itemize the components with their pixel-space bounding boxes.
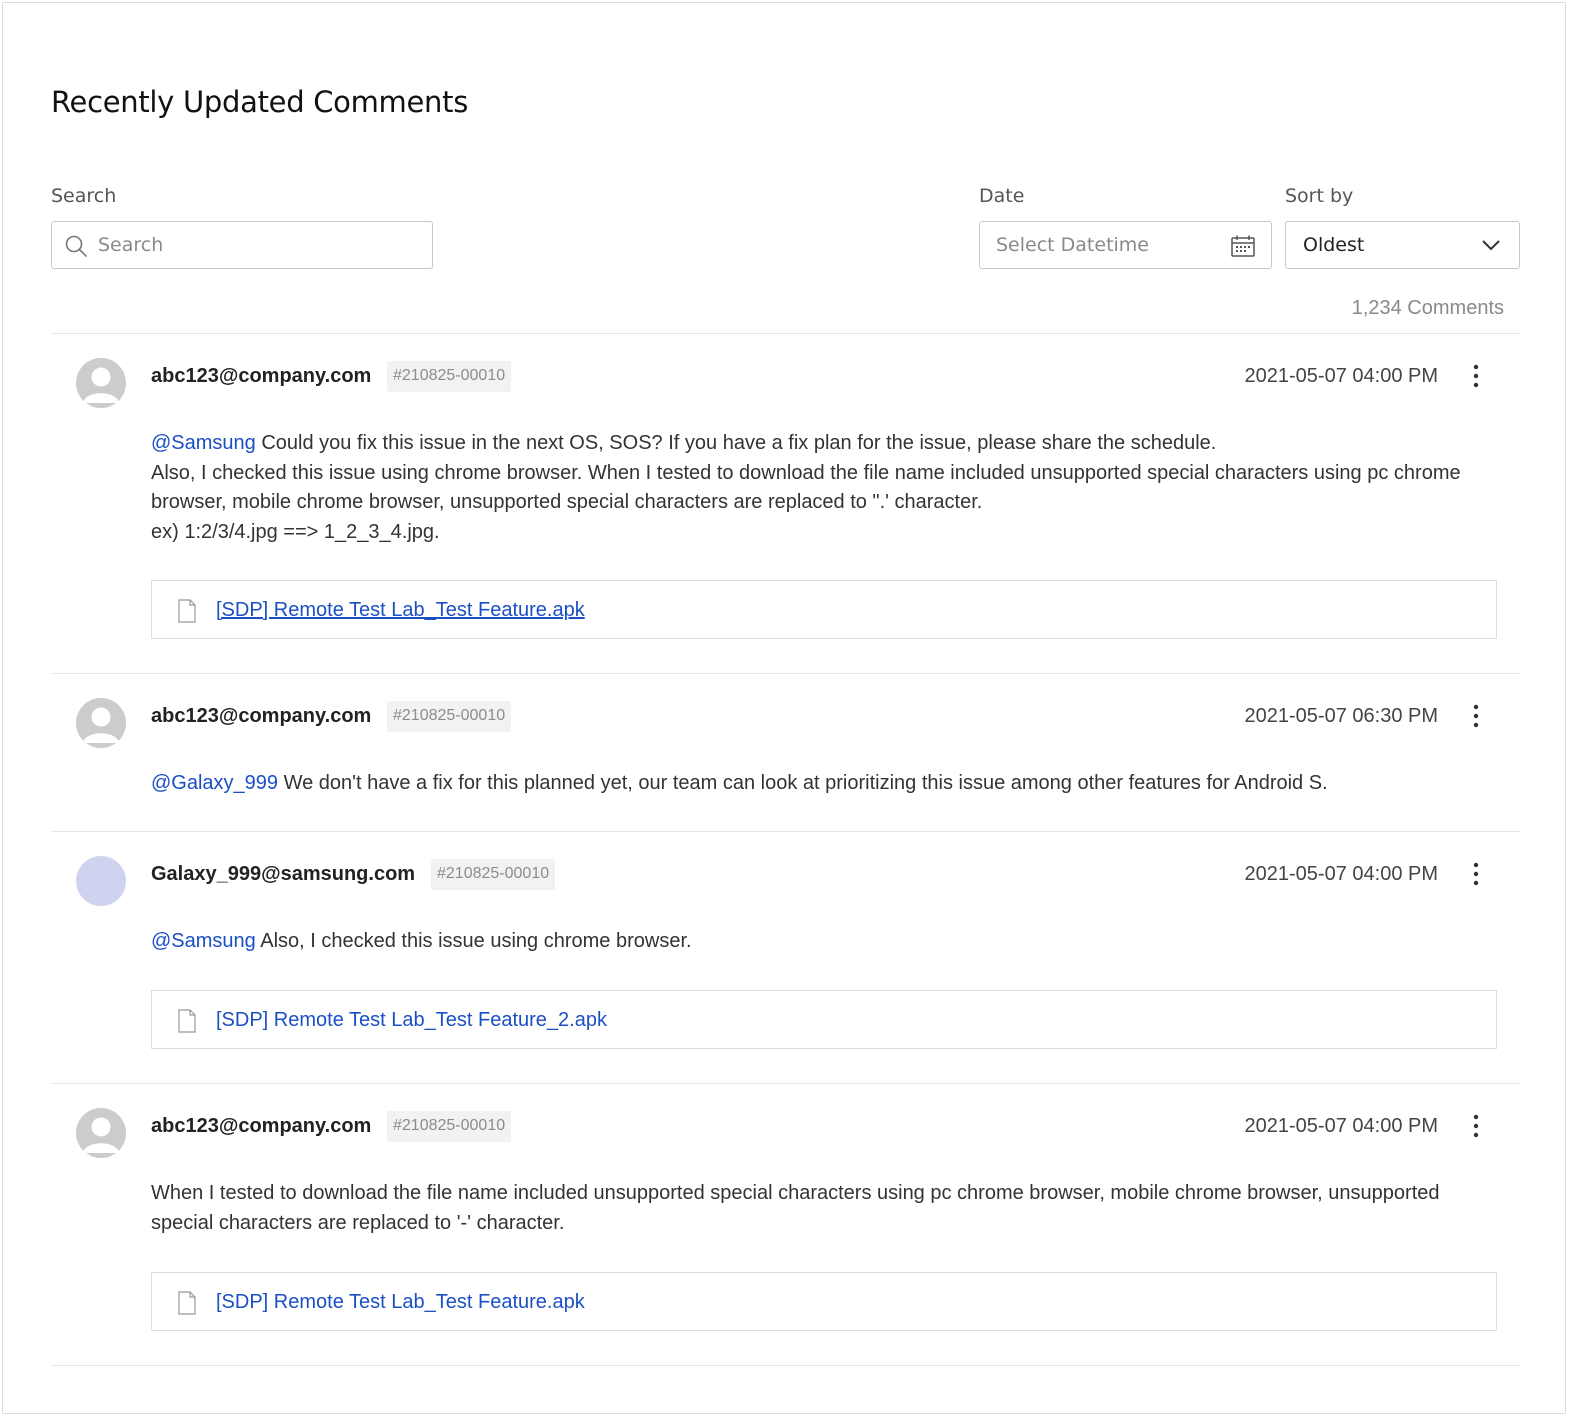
- default-user-avatar: [76, 698, 126, 748]
- comment-item: Galaxy_999@samsung.com #210825-00010 202…: [51, 831, 1520, 1083]
- chevron-down-icon: [1482, 240, 1500, 251]
- comment-author: abc123@company.com: [151, 705, 372, 727]
- date-field[interactable]: [979, 221, 1272, 269]
- comment-item: abc123@company.com #210825-00010 2021-05…: [51, 1083, 1520, 1365]
- date-input[interactable]: [996, 222, 1221, 268]
- comment-body: @Samsung Could you fix this issue in the…: [151, 429, 1478, 547]
- search-input[interactable]: [98, 222, 422, 268]
- comment-list: abc123@company.com #210825-00010 2021-05…: [51, 333, 1520, 1366]
- file-icon: [178, 1291, 196, 1315]
- list-divider: [51, 1365, 1520, 1366]
- comment-author: Galaxy_999@samsung.com: [151, 863, 416, 885]
- comment-item: abc123@company.com #210825-00010 2021-05…: [51, 333, 1520, 673]
- attachment-link[interactable]: [SDP] Remote Test Lab_Test Feature.apk: [216, 599, 585, 622]
- comment-text-line: We don't have a fix for this planned yet…: [283, 772, 1328, 794]
- default-user-avatar: [76, 358, 126, 408]
- mention-link[interactable]: @Galaxy_999: [151, 772, 278, 794]
- comment-text-line: Also, I checked this issue using chrome …: [260, 930, 692, 952]
- comment-item: abc123@company.com #210825-00010 2021-05…: [51, 673, 1520, 831]
- comments-panel: Recently Updated Comments Search Date So…: [2, 2, 1566, 1414]
- more-options-icon[interactable]: [1466, 364, 1486, 388]
- attachment: [SDP] Remote Test Lab_Test Feature.apk: [151, 1272, 1497, 1331]
- comment-author: abc123@company.com: [151, 1115, 372, 1137]
- sort-selected-value: Oldest: [1303, 234, 1365, 256]
- default-user-avatar: [76, 1108, 126, 1158]
- comment-timestamp: 2021-05-07 06:30 PM: [1244, 705, 1438, 727]
- mention-link[interactable]: @Samsung: [151, 432, 256, 454]
- search-field[interactable]: [51, 221, 433, 269]
- attachment: [SDP] Remote Test Lab_Test Feature.apk: [151, 580, 1497, 639]
- comment-timestamp: 2021-05-07 04:00 PM: [1244, 365, 1438, 387]
- page-title: Recently Updated Comments: [51, 85, 469, 119]
- ticket-badge: #210825-00010: [431, 859, 556, 890]
- file-icon: [178, 1009, 196, 1033]
- ticket-badge: #210825-00010: [387, 701, 512, 732]
- calendar-icon[interactable]: [1231, 235, 1255, 257]
- color-avatar: [76, 856, 126, 906]
- ticket-badge: #210825-00010: [387, 361, 512, 392]
- user-icon: [76, 1108, 126, 1158]
- sort-dropdown[interactable]: Oldest: [1285, 221, 1520, 269]
- user-icon: [76, 698, 126, 748]
- comment-text-line: When I tested to download the file name …: [151, 1182, 1440, 1234]
- attachment-link[interactable]: [SDP] Remote Test Lab_Test Feature.apk: [216, 1291, 585, 1314]
- attachment-link[interactable]: [SDP] Remote Test Lab_Test Feature_2.apk: [216, 1009, 607, 1032]
- comment-author: abc123@company.com: [151, 365, 372, 387]
- sort-label: Sort by: [1285, 185, 1354, 207]
- search-icon: [65, 235, 87, 257]
- mention-link[interactable]: @Samsung: [151, 930, 256, 952]
- comment-text-line: ex) 1:2/3/4.jpg ==> 1_2_3_4.jpg.: [151, 520, 440, 543]
- comment-body: @Samsung Also, I checked this issue usin…: [151, 927, 1478, 957]
- file-icon: [178, 599, 196, 623]
- date-label: Date: [979, 185, 1025, 207]
- search-label: Search: [51, 185, 117, 207]
- comment-timestamp: 2021-05-07 04:00 PM: [1244, 1115, 1438, 1137]
- comment-text-line: Could you fix this issue in the next OS,…: [261, 432, 1217, 454]
- comment-timestamp: 2021-05-07 04:00 PM: [1244, 863, 1438, 885]
- more-options-icon[interactable]: [1466, 1114, 1486, 1138]
- more-options-icon[interactable]: [1466, 862, 1486, 886]
- user-icon: [76, 358, 126, 408]
- comment-text-line: Also, I checked this issue using chrome …: [151, 461, 1461, 514]
- attachment: [SDP] Remote Test Lab_Test Feature_2.apk: [151, 990, 1497, 1049]
- ticket-badge: #210825-00010: [387, 1111, 512, 1142]
- comment-body: @Galaxy_999 We don't have a fix for this…: [151, 769, 1478, 799]
- more-options-icon[interactable]: [1466, 704, 1486, 728]
- comment-body: When I tested to download the file name …: [151, 1179, 1478, 1238]
- comment-count: 1,234 Comments: [1351, 297, 1504, 319]
